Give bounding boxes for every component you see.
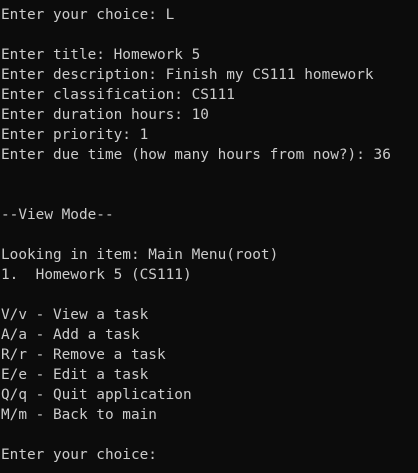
console-line-current-item: Looking in item: Main Menu(root) xyxy=(1,247,279,263)
choice-prompt: Enter your choice: xyxy=(1,447,166,463)
menu-option-add: A/a - Add a task xyxy=(1,327,140,343)
console-line-duration-prompt: Enter duration hours: 10 xyxy=(1,107,209,123)
menu-option-view: V/v - View a task xyxy=(1,307,149,323)
console-output[interactable]: Enter your choice: L Enter title: Homewo… xyxy=(1,5,418,473)
console-line-view-mode-header: --View Mode-- xyxy=(1,207,114,223)
console-line-classification-prompt: Enter classification: CS111 xyxy=(1,87,235,103)
console-line-prev-choice: Enter your choice: L xyxy=(1,7,175,23)
menu-option-quit: Q/q - Quit application xyxy=(1,387,192,403)
console-line-description-prompt: Enter description: Finish my CS111 homew… xyxy=(1,67,374,83)
menu-option-back: M/m - Back to main xyxy=(1,407,157,423)
console-line-priority-prompt: Enter priority: 1 xyxy=(1,127,149,143)
console-input-line[interactable]: Enter your choice: xyxy=(1,445,418,465)
console-line-title-prompt: Enter title: Homework 5 xyxy=(1,47,201,63)
menu-option-edit: E/e - Edit a task xyxy=(1,367,149,383)
console-line-due-time-prompt: Enter due time (how many hours from now?… xyxy=(1,147,391,163)
menu-option-remove: R/r - Remove a task xyxy=(1,347,166,363)
console-line-task-item: 1. Homework 5 (CS111) xyxy=(1,267,192,283)
